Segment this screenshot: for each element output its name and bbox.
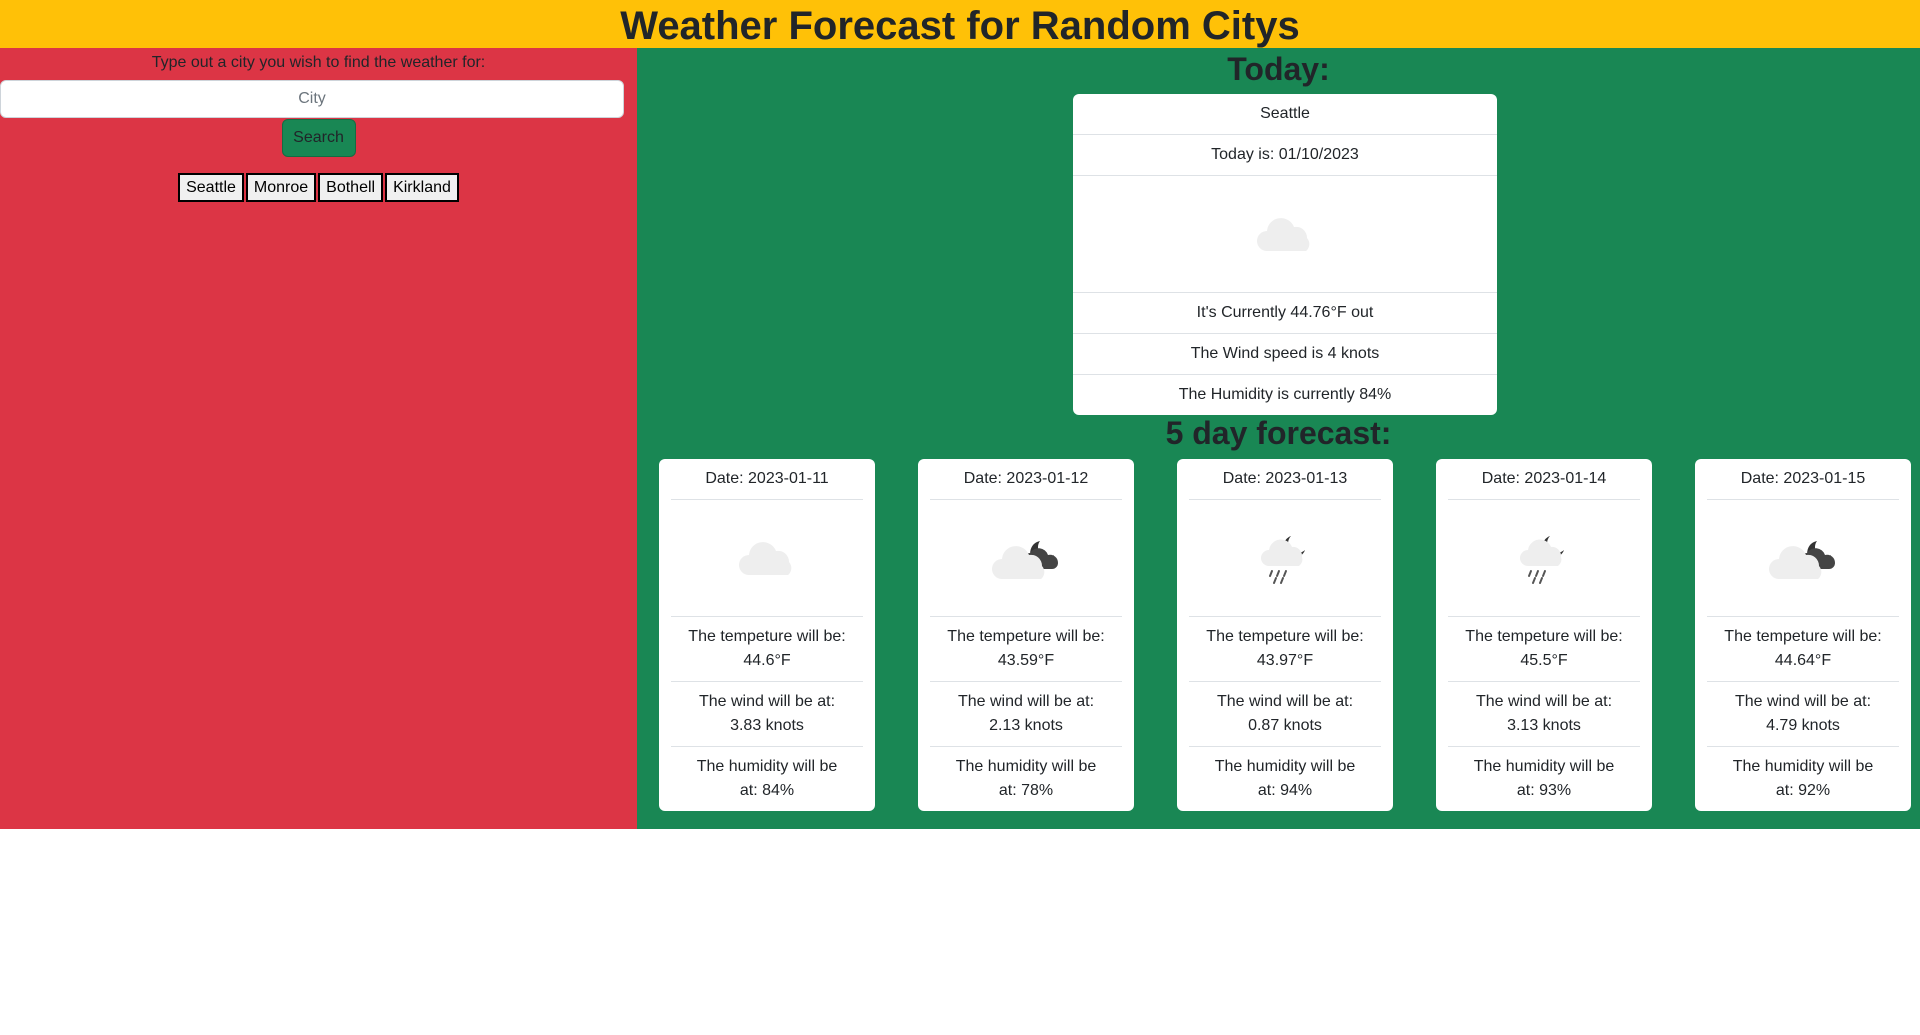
today-date: Today is: 01/10/2023 xyxy=(1073,135,1497,176)
weather-panel: Today: Seattle Today is: 01/10/2023 It's… xyxy=(637,48,1920,829)
forecast-date: Date: 2023-01-14 xyxy=(1448,459,1640,500)
today-heading: Today: xyxy=(1227,51,1330,87)
forecast-date: Date: 2023-01-12 xyxy=(930,459,1122,500)
history-button-monroe[interactable]: Monroe xyxy=(245,173,317,202)
cloud-icon xyxy=(1257,218,1310,251)
forecast-temperature: The tempeture will be: 45.5°F xyxy=(1448,617,1640,682)
forecast-card: Date: 2023-01-12 The tempeture will be: … xyxy=(918,459,1134,811)
history-button-bothell[interactable]: Bothell xyxy=(318,173,384,202)
search-panel: Type out a city you wish to find the wea… xyxy=(0,48,637,829)
today-humidity: The Humidity is currently 84% xyxy=(1178,386,1392,403)
cloudy-night-icon xyxy=(1769,541,1836,579)
rain-night-icon xyxy=(1520,536,1564,584)
forecast-temperature: The tempeture will be: 43.59°F xyxy=(930,617,1122,682)
today-card: Seattle Today is: 01/10/2023 It's Curren… xyxy=(1073,94,1497,415)
forecast-temperature: The tempeture will be: 43.97°F xyxy=(1189,617,1381,682)
today-city: Seattle xyxy=(1073,94,1497,135)
forecast-list: Date: 2023-01-11 The tempeture will be: … xyxy=(659,459,1918,811)
forecast-card: Date: 2023-01-15 The tempeture will be: … xyxy=(1695,459,1911,811)
city-search-input[interactable] xyxy=(0,80,624,118)
cloudy-night-icon xyxy=(992,541,1059,579)
rain-night-icon xyxy=(1261,536,1305,584)
cloud-icon xyxy=(739,542,792,575)
forecast-humidity: The humidity will be at: 93% xyxy=(1473,758,1615,799)
forecast-card: Date: 2023-01-13 The tempeture will be: … xyxy=(1177,459,1393,811)
forecast-temperature: The tempeture will be: 44.6°F xyxy=(671,617,863,682)
history-button-seattle[interactable]: Seattle xyxy=(178,173,244,202)
forecast-date: Date: 2023-01-15 xyxy=(1707,459,1899,500)
forecast-card: Date: 2023-01-11 The tempeture will be: … xyxy=(659,459,875,811)
forecast-wind: The wind will be at: 2.13 knots xyxy=(930,682,1122,747)
forecast-wind: The wind will be at: 3.13 knots xyxy=(1448,682,1640,747)
forecast-date: Date: 2023-01-11 xyxy=(671,459,863,500)
forecast-humidity: The humidity will be at: 94% xyxy=(1214,758,1356,799)
page-header: Weather Forecast for Random Citys xyxy=(0,0,1920,48)
page-title: Weather Forecast for Random Citys xyxy=(620,4,1300,48)
today-wind: The Wind speed is 4 knots xyxy=(1073,334,1497,375)
forecast-temperature: The tempeture will be: 44.64°F xyxy=(1707,617,1899,682)
today-temperature: It's Currently 44.76°F out xyxy=(1073,293,1497,334)
forecast-wind: The wind will be at: 0.87 knots xyxy=(1189,682,1381,747)
search-prompt: Type out a city you wish to find the wea… xyxy=(151,54,486,71)
forecast-humidity: The humidity will be at: 92% xyxy=(1732,758,1874,799)
forecast-wind: The wind will be at: 3.83 knots xyxy=(671,682,863,747)
search-button[interactable]: Search xyxy=(281,119,356,157)
forecast-card: Date: 2023-01-14 The tempeture will be: … xyxy=(1436,459,1652,811)
search-history: Seattle Monroe Bothell Kirkland xyxy=(0,173,637,202)
forecast-date: Date: 2023-01-13 xyxy=(1189,459,1381,500)
forecast-humidity: The humidity will be at: 84% xyxy=(696,758,838,799)
forecast-heading: 5 day forecast: xyxy=(1165,415,1392,451)
forecast-humidity: The humidity will be at: 78% xyxy=(955,758,1097,799)
history-button-kirkland[interactable]: Kirkland xyxy=(385,173,459,202)
forecast-wind: The wind will be at: 4.79 knots xyxy=(1707,682,1899,747)
